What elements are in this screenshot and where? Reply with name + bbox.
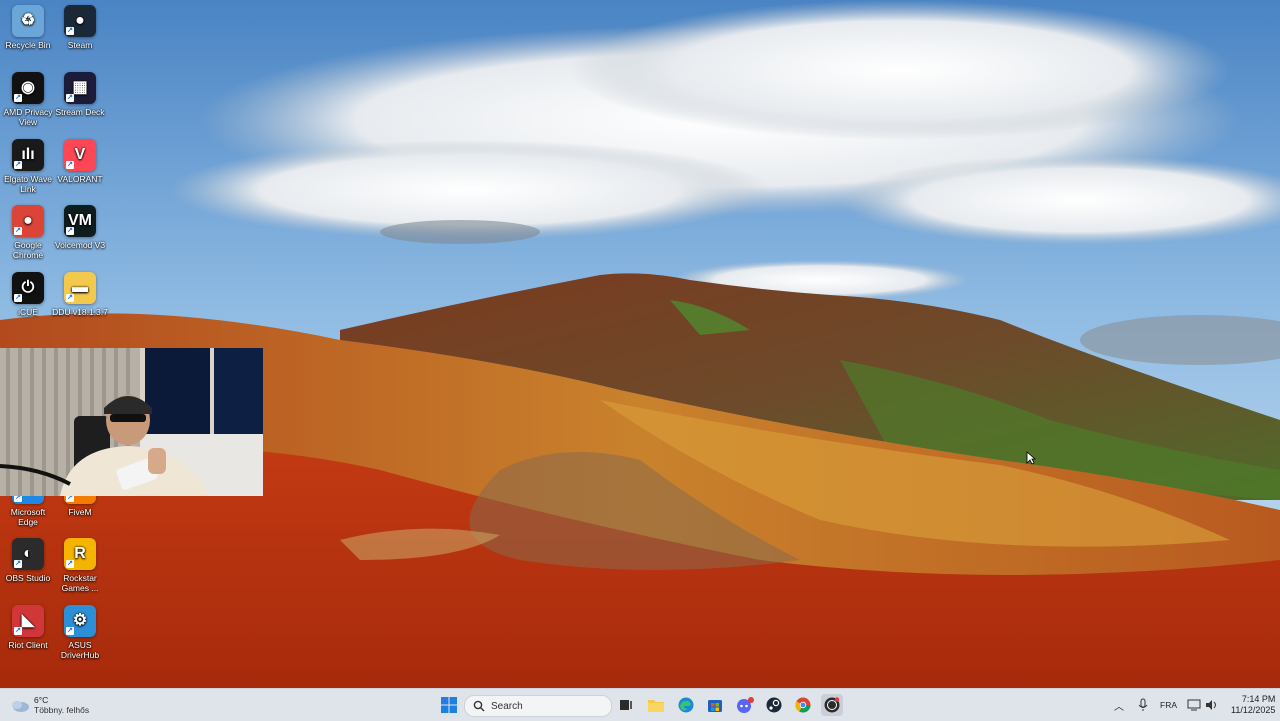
valorant-icon: V ↗ (64, 139, 96, 171)
mouse-cursor-icon (1026, 451, 1036, 465)
taskbar-search-box[interactable]: Search (464, 695, 612, 717)
shortcut-arrow-icon: ↗ (66, 627, 74, 635)
shortcut-arrow-icon: ↗ (14, 627, 22, 635)
language-indicator[interactable]: FRA (1160, 700, 1177, 710)
microphone-icon[interactable] (1138, 698, 1148, 712)
desktop-shortcut[interactable]: ● ↗ Steam (52, 5, 108, 50)
edge-button[interactable] (675, 694, 697, 716)
shortcut-arrow-icon: ↗ (66, 94, 74, 102)
windows-icon (441, 697, 457, 713)
asus-driverhub-icon: ⚙ ↗ (64, 605, 96, 637)
shortcut-arrow-icon: ↗ (14, 94, 22, 102)
weather-widget[interactable]: 6°C Többny. felhős (10, 693, 89, 717)
steam-icon: ● ↗ (64, 5, 96, 37)
chrome-icon (795, 697, 811, 713)
desktop-shortcut[interactable]: ◐ ↗ OBS Studio (0, 538, 56, 583)
folder-icon (648, 700, 664, 712)
shortcut-arrow-icon: ↗ (14, 560, 22, 568)
store-icon (708, 700, 722, 712)
desktop-shortcut[interactable]: ● ↗ Google Chrome (0, 205, 56, 260)
desktop-shortcut[interactable]: ♻ Recycle Bin (0, 5, 56, 50)
desktop-shortcut[interactable]: VM ↗ Voicemod V3 (52, 205, 108, 250)
steam-button[interactable] (763, 694, 785, 716)
desktop-shortcut-label: Riot Client (8, 640, 48, 650)
clock-date: 11/12/2025 (1231, 705, 1276, 715)
desktop-shortcut-label: iCUE (18, 307, 38, 317)
desktop-shortcut-label: DDU v18.1.3.7 (52, 307, 108, 317)
voicemod-icon: VM ↗ (64, 205, 96, 237)
clock-time: 7:14 PM (1241, 694, 1276, 704)
desktop-shortcut[interactable]: ⏻ ↗ iCUE (0, 272, 56, 317)
volume-icon[interactable] (1205, 699, 1219, 711)
desktop-shortcut-label: AMD Privacy View (3, 107, 53, 127)
ddu-folder-icon: ▬ ↗ (64, 272, 96, 304)
obs-button[interactable] (821, 694, 843, 716)
chrome-button[interactable] (792, 694, 814, 716)
desktop-shortcut-label: Steam (67, 40, 93, 50)
stream-deck-icon: ▦ ↗ (64, 72, 96, 104)
webcam-overlay (0, 348, 263, 496)
desktop-shortcut[interactable]: ◣ ↗ Riot Client (0, 605, 56, 650)
search-icon (473, 700, 485, 712)
desktop-shortcut-label: Elgato Wave Link (4, 174, 52, 194)
desktop-shortcut-label: Stream Deck (55, 107, 105, 117)
shortcut-arrow-icon: ↗ (66, 161, 74, 169)
weather-description: Többny. felhős (34, 705, 90, 715)
desktop-shortcut-label: Google Chrome (12, 240, 44, 260)
task-view-icon (620, 700, 632, 710)
weather-temperature: 6°C (34, 695, 49, 705)
shortcut-arrow-icon: ↗ (66, 227, 74, 235)
riot-client-icon: ◣ ↗ (12, 605, 44, 637)
desktop-shortcut-label: Voicemod V3 (54, 240, 106, 250)
desktop-shortcut-label: VALORANT (57, 174, 103, 184)
desktop-shortcut-label: FiveM (68, 507, 92, 517)
taskbar: 6°C Többny. felhős Search ︿ FRA 7:14 PM … (0, 688, 1280, 721)
file-explorer-button[interactable] (645, 694, 667, 716)
recycle-bin-icon: ♻ (12, 5, 44, 37)
show-hidden-icons-chevron-icon[interactable]: ︿ (1114, 698, 1124, 713)
search-placeholder: Search (491, 700, 523, 712)
desktop-shortcut-label: Recycle Bin (5, 40, 51, 50)
obs-studio-icon: ◐ ↗ (12, 538, 44, 570)
shortcut-arrow-icon: ↗ (66, 27, 74, 35)
desktop-shortcut-label: Microsoft Edge (10, 507, 46, 527)
steam-icon (766, 697, 782, 713)
task-view-button[interactable] (615, 694, 637, 716)
chrome-icon: ● ↗ (12, 205, 44, 237)
icue-icon: ⏻ ↗ (12, 272, 44, 304)
desktop-shortcut-label: ASUS DriverHub (60, 640, 100, 660)
rockstar-games-icon: R ↗ (64, 538, 96, 570)
desktop-shortcut-label: Rockstar Games ... (61, 573, 99, 593)
desktop-shortcut[interactable]: ▬ ↗ DDU v18.1.3.7 (52, 272, 108, 317)
network-icon[interactable] (1187, 699, 1201, 711)
desktop-wallpaper (0, 0, 1280, 688)
discord-button[interactable] (734, 694, 756, 716)
amd-privacy-view-icon: ◉ ↗ (12, 72, 44, 104)
shortcut-arrow-icon: ↗ (14, 161, 22, 169)
desktop-shortcut[interactable]: R ↗ Rockstar Games ... (52, 538, 108, 593)
desktop-shortcut[interactable]: ▦ ↗ Stream Deck (52, 72, 108, 117)
cloud-weather-icon (12, 701, 29, 712)
shortcut-arrow-icon: ↗ (66, 560, 74, 568)
desktop-shortcut-label: OBS Studio (5, 573, 51, 583)
shortcut-arrow-icon: ↗ (14, 227, 22, 235)
obs-icon (824, 697, 840, 713)
webcam-video-frame (0, 348, 263, 496)
desktop-shortcut[interactable]: ◉ ↗ AMD Privacy View (0, 72, 56, 127)
edge-icon (678, 697, 694, 713)
shortcut-arrow-icon: ↗ (14, 294, 22, 302)
clock[interactable]: 7:14 PM 11/12/2025 (1231, 694, 1275, 716)
discord-icon (737, 697, 754, 713)
desktop-shortcut[interactable]: ılı ↗ Elgato Wave Link (0, 139, 56, 194)
shortcut-arrow-icon: ↗ (66, 294, 74, 302)
desktop-shortcut[interactable]: V ↗ VALORANT (52, 139, 108, 184)
elgato-wave-link-icon: ılı ↗ (12, 139, 44, 171)
start-button[interactable] (438, 694, 460, 716)
microsoft-store-button[interactable] (704, 694, 726, 716)
desktop-shortcut[interactable]: ⚙ ↗ ASUS DriverHub (52, 605, 108, 660)
